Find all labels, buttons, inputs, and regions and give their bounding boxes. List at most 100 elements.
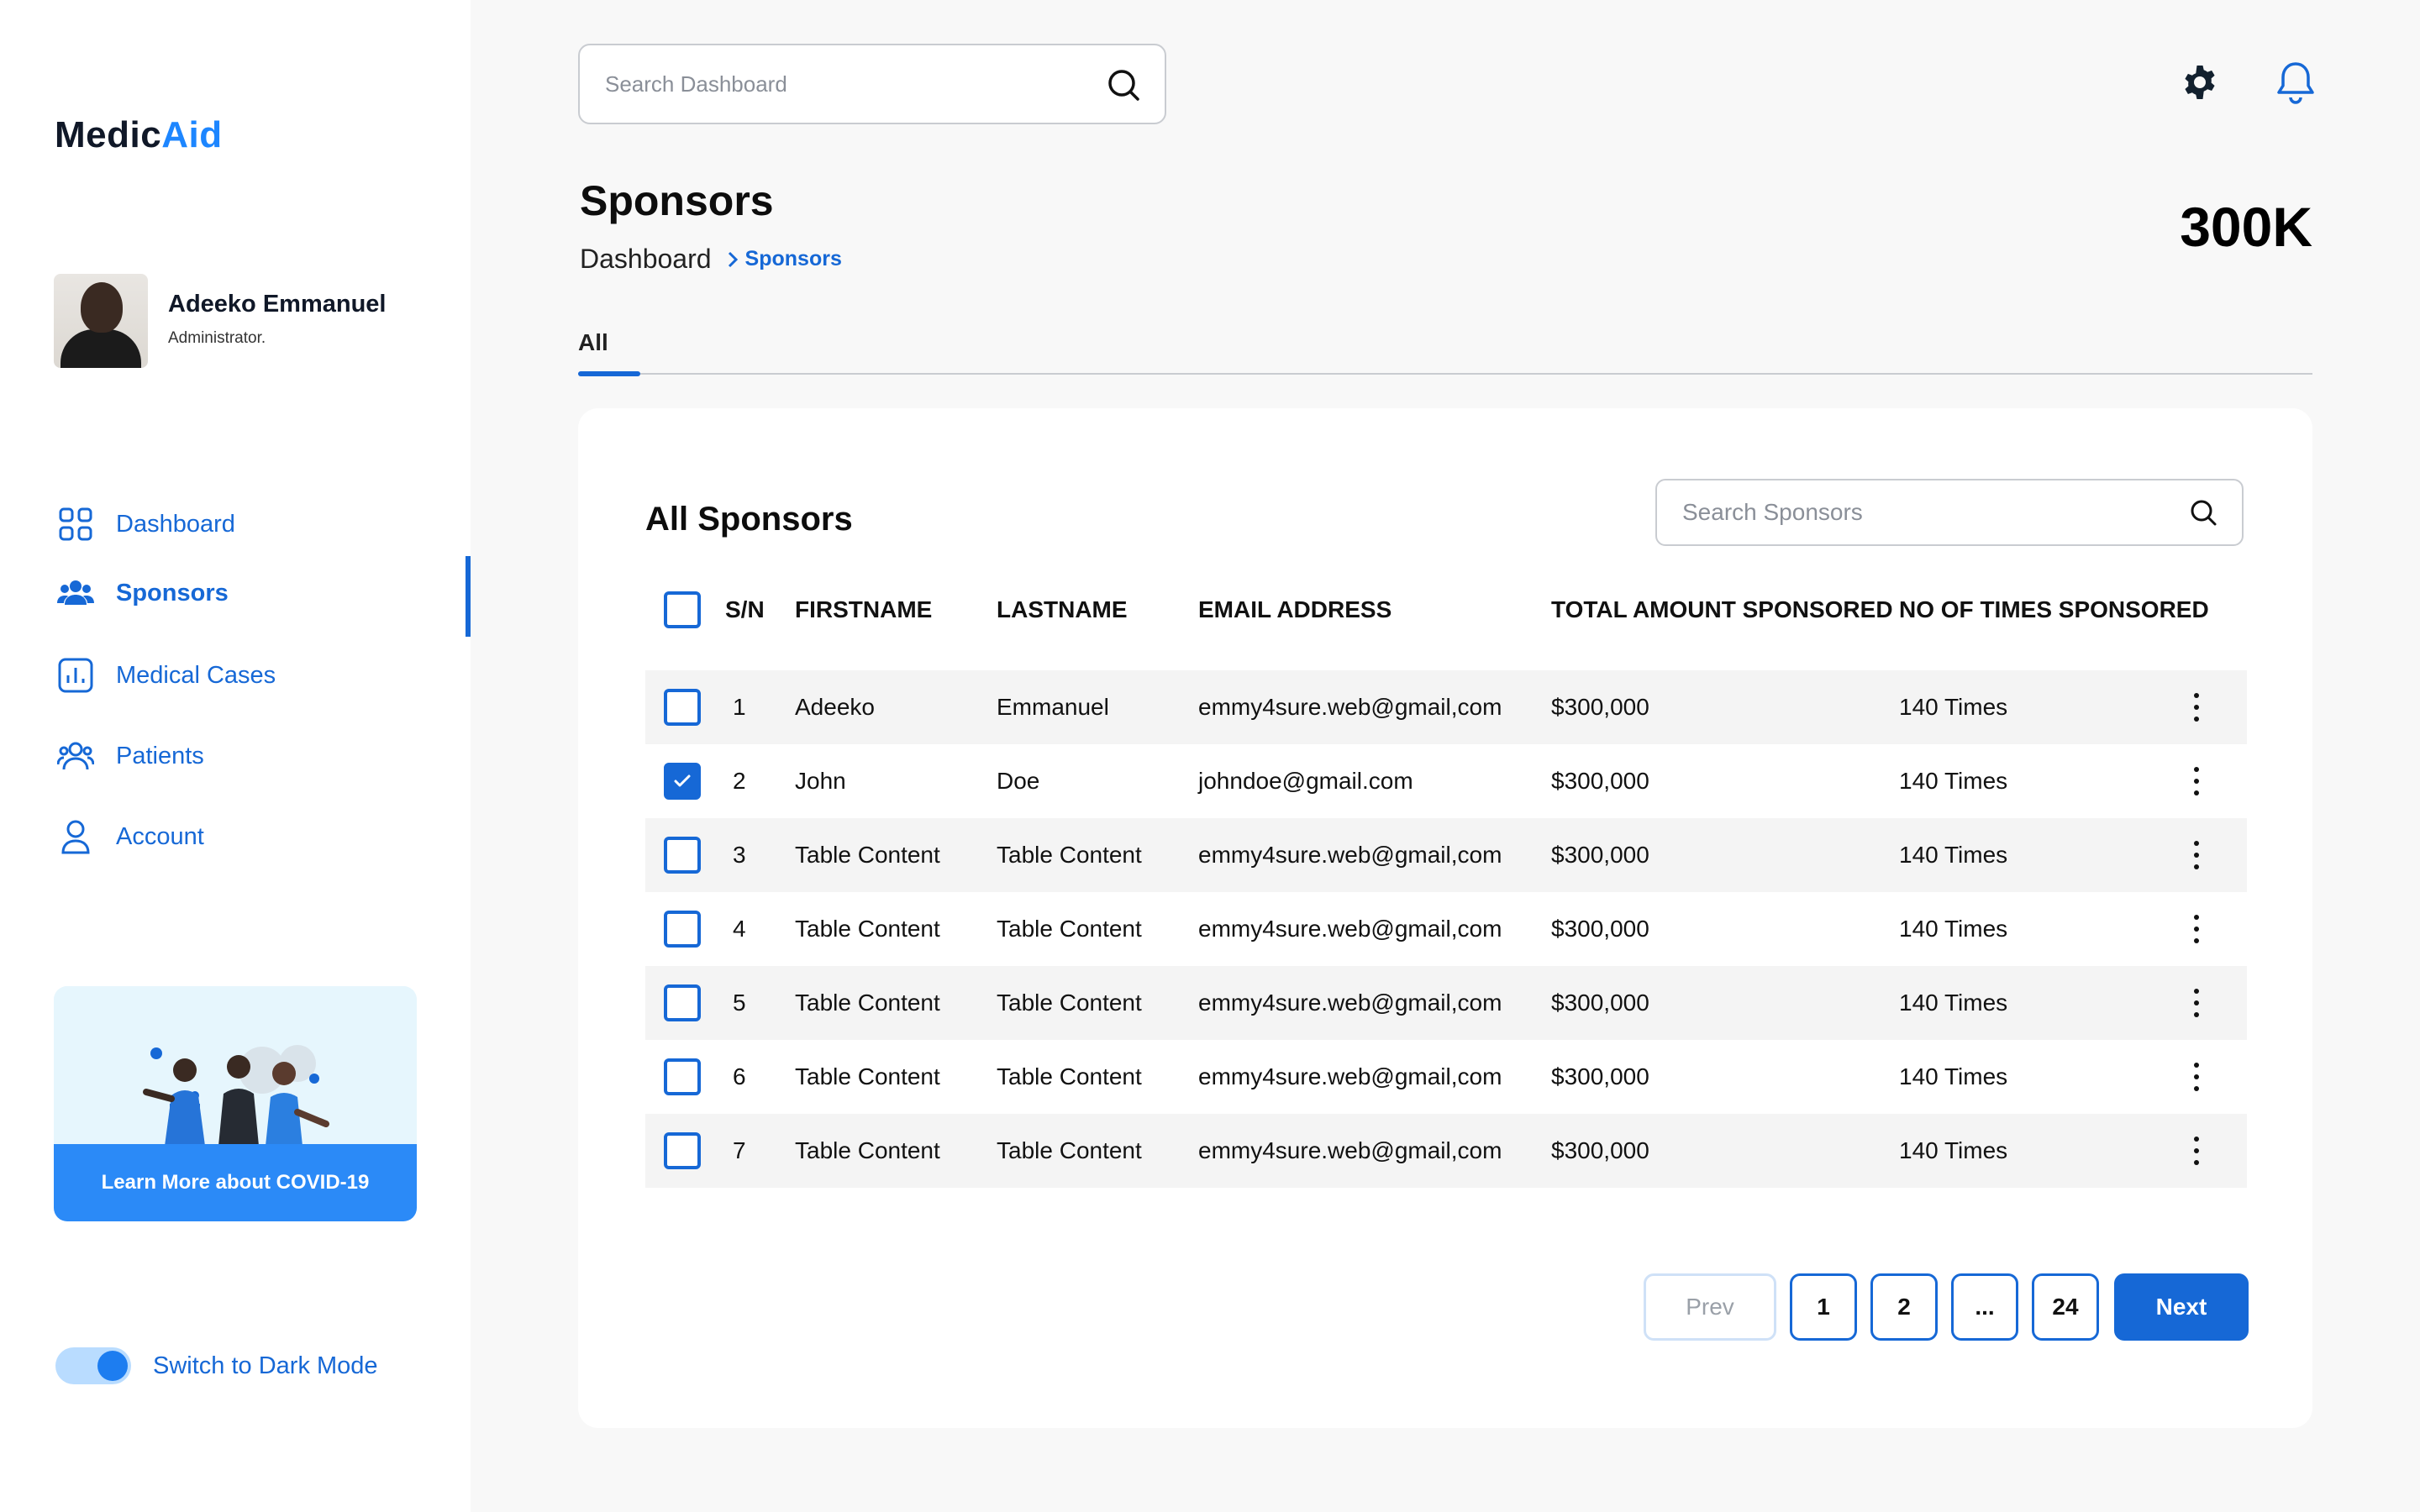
cell-sn: 4 — [733, 916, 746, 942]
row-checkbox[interactable] — [664, 984, 701, 1021]
sidebar-item-label: Patients — [116, 742, 204, 769]
more-options-icon[interactable] — [2190, 911, 2203, 948]
user-icon — [61, 820, 90, 854]
table-row[interactable]: 2 John Doe johndoe@gmail.com $300,000 140 Tim… — [645, 744, 2247, 818]
table-row[interactable]: 1 Adeeko Emmanuel emmy4sure.web@gmail,com $3… — [645, 670, 2247, 744]
prev-page-button[interactable]: Prev — [1644, 1273, 1776, 1341]
cell-times-sponsored: 140 Times — [1899, 916, 2008, 942]
sidebar-item-label: Medical Cases — [116, 661, 276, 689]
cell-lastname: Table Content — [997, 1063, 1142, 1089]
header-total-amount[interactable]: TOTAL AMOUNT SPONSORED — [1551, 596, 1893, 623]
cell-firstname: Table Content — [795, 990, 940, 1016]
logo-text-aid: Aid — [161, 114, 223, 155]
row-checkbox[interactable] — [664, 763, 701, 800]
cell-firstname: Adeeko — [795, 694, 875, 720]
cell-times-sponsored: 140 Times — [1899, 1063, 2008, 1089]
cell-times-sponsored: 140 Times — [1899, 990, 2008, 1016]
more-options-icon[interactable] — [2190, 984, 2203, 1021]
table-row[interactable]: 4 Table Content Table Content emmy4sure.web… — [645, 892, 2247, 966]
cell-lastname: Table Content — [997, 1137, 1142, 1163]
table-row[interactable]: 3 Table Content Table Content emmy4sure.web… — [645, 818, 2247, 892]
cell-times-sponsored: 140 Times — [1899, 694, 2008, 720]
sidebar-item-dashboard[interactable]: Dashboard — [0, 487, 471, 561]
page-title: Sponsors — [580, 177, 774, 224]
dark-mode-toggle[interactable] — [55, 1347, 131, 1384]
more-options-icon[interactable] — [2190, 689, 2203, 726]
gear-icon[interactable] — [2181, 64, 2218, 101]
cell-email: emmy4sure.web@gmail,com — [1198, 1063, 1502, 1089]
page-button-1[interactable]: 1 — [1790, 1273, 1857, 1341]
sponsors-search — [1655, 479, 2244, 546]
cell-email: emmy4sure.web@gmail,com — [1198, 694, 1502, 720]
total-sponsored-amount: 300K — [2180, 196, 2312, 258]
card-title: All Sponsors — [645, 501, 853, 538]
cell-email: emmy4sure.web@gmail,com — [1198, 990, 1502, 1016]
app-logo[interactable]: MedicAid — [55, 114, 223, 156]
row-checkbox[interactable] — [664, 689, 701, 726]
search-icon[interactable] — [1106, 67, 1141, 102]
more-options-icon[interactable] — [2190, 837, 2203, 874]
next-page-button[interactable]: Next — [2114, 1273, 2249, 1341]
cell-times-sponsored: 140 Times — [1899, 842, 2008, 868]
more-options-icon[interactable] — [2190, 1058, 2203, 1095]
cell-email: emmy4sure.web@gmail,com — [1198, 1137, 1502, 1163]
cell-sn: 7 — [733, 1137, 746, 1163]
cell-lastname: Emmanuel — [997, 694, 1109, 720]
header-sn: S/N — [725, 596, 765, 622]
patients-icon — [57, 742, 94, 770]
sidebar-item-label: Sponsors — [116, 579, 229, 606]
cell-total-amount: $300,000 — [1551, 694, 1649, 720]
avatar — [54, 274, 148, 368]
sidebar-item-patients[interactable]: Patients — [0, 719, 471, 793]
table-row[interactable]: 7 Table Content Table Content emmy4sure.web… — [645, 1114, 2247, 1188]
cell-sn: 2 — [733, 768, 746, 794]
cell-firstname: John — [795, 768, 846, 794]
cell-total-amount: $300,000 — [1551, 768, 1649, 794]
sidebar: MedicAid Adeeko Emmanuel Administrator. … — [0, 0, 471, 1512]
page-button-24[interactable]: 24 — [2032, 1273, 2099, 1341]
cell-email: emmy4sure.web@gmail,com — [1198, 916, 1502, 942]
sidebar-item-medical-cases[interactable]: Medical Cases — [0, 638, 471, 712]
chart-icon — [58, 658, 93, 693]
user-profile[interactable]: Adeeko Emmanuel Administrator. — [54, 274, 449, 368]
cell-times-sponsored: 140 Times — [1899, 768, 2008, 794]
search-icon[interactable] — [2188, 497, 2218, 528]
cell-firstname: Table Content — [795, 842, 940, 868]
cell-lastname: Table Content — [997, 990, 1142, 1016]
table-row[interactable]: 5 Table Content Table Content emmy4sure.web… — [645, 966, 2247, 1040]
toggle-knob — [97, 1351, 128, 1381]
learn-more-covid-button[interactable]: Learn More about COVID-19 — [54, 1144, 417, 1221]
page-button-2[interactable]: 2 — [1870, 1273, 1938, 1341]
tab-bar: All — [578, 328, 2312, 376]
sidebar-item-account[interactable]: Account — [0, 800, 471, 874]
header-email[interactable]: EMAIL ADDRESS — [1198, 596, 1392, 623]
header-times-sponsored[interactable]: NO OF TIMES SPONSORED — [1899, 596, 2209, 623]
header-firstname[interactable]: FIRSTNAME — [795, 596, 932, 623]
bell-icon[interactable] — [2275, 60, 2316, 104]
breadcrumb-current: Sponsors — [744, 247, 842, 270]
cell-firstname: Table Content — [795, 916, 940, 942]
more-options-icon[interactable] — [2190, 1132, 2203, 1169]
tab-all[interactable]: All — [578, 329, 608, 356]
select-all-checkbox[interactable] — [664, 591, 701, 628]
cell-lastname: Table Content — [997, 916, 1142, 942]
sidebar-item-sponsors[interactable]: Sponsors — [0, 556, 471, 637]
sidebar-item-label: Dashboard — [116, 510, 235, 538]
header-lastname[interactable]: LASTNAME — [997, 596, 1128, 623]
breadcrumb-dashboard-link[interactable]: Dashboard — [580, 244, 712, 275]
row-checkbox[interactable] — [664, 911, 701, 948]
chevron-right-icon — [728, 251, 738, 267]
table-row[interactable]: 6 Table Content Table Content emmy4sure.web… — [645, 1040, 2247, 1114]
more-options-icon[interactable] — [2190, 763, 2203, 800]
profile-role: Administrator. — [168, 329, 266, 347]
profile-name: Adeeko Emmanuel — [168, 291, 387, 318]
row-checkbox[interactable] — [664, 1132, 701, 1169]
page-ellipsis-button[interactable]: ... — [1951, 1273, 2018, 1341]
cell-times-sponsored: 140 Times — [1899, 1137, 2008, 1163]
cell-sn: 1 — [733, 694, 746, 720]
dashboard-search-input[interactable] — [605, 45, 1076, 123]
cell-total-amount: $300,000 — [1551, 1063, 1649, 1089]
sponsors-search-input[interactable] — [1682, 480, 2170, 544]
row-checkbox[interactable] — [664, 1058, 701, 1095]
row-checkbox[interactable] — [664, 837, 701, 874]
